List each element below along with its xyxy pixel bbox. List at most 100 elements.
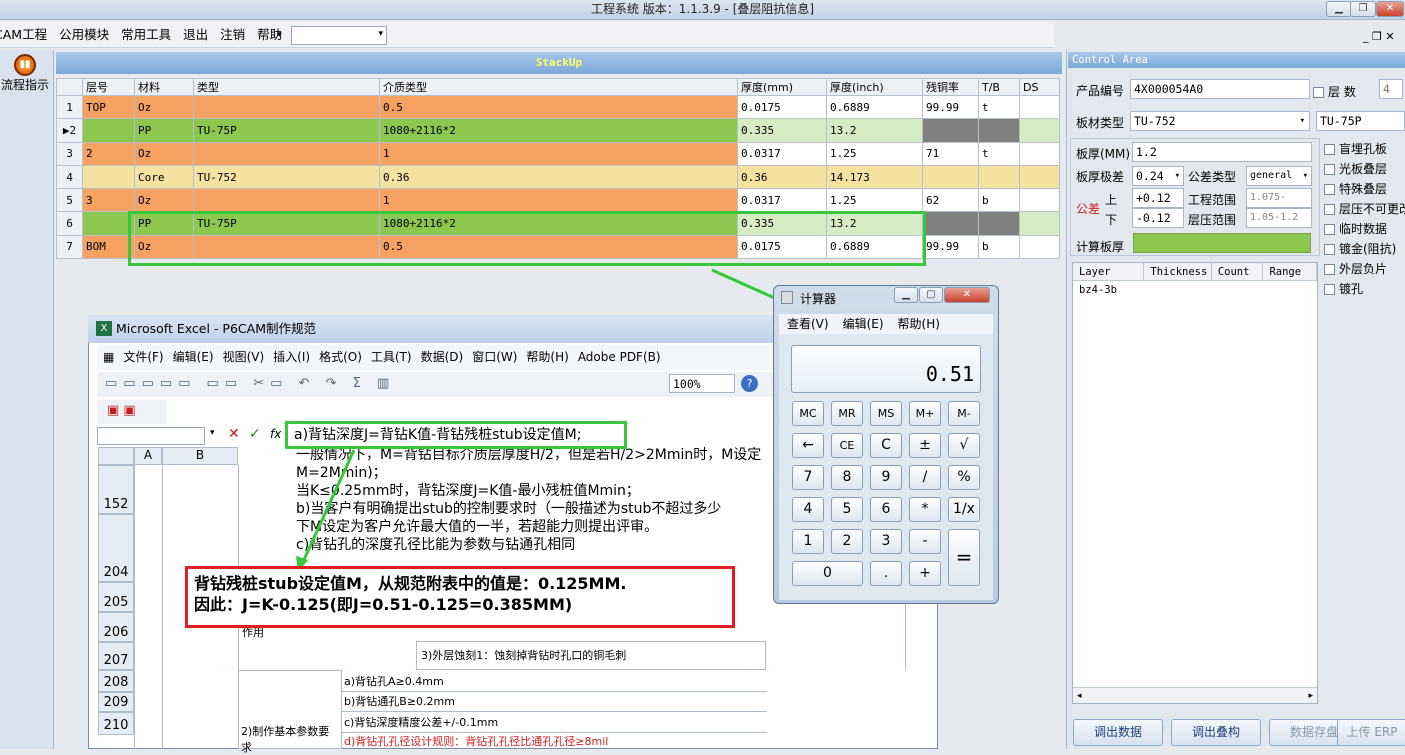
calc-key[interactable]: 2 <box>831 529 863 554</box>
excel-menu-item[interactable]: 视图(V) <box>223 345 265 370</box>
stack-row[interactable]: 3 2 Oz 1 0.0317 1.25 71 t <box>56 141 1060 166</box>
column-header[interactable]: DS <box>1019 78 1060 96</box>
stack-cell[interactable]: Oz <box>134 94 194 120</box>
grid-header[interactable]: Thickness <box>1144 263 1212 280</box>
calc-key[interactable]: 3 <box>870 529 902 554</box>
layers-field[interactable]: 4 <box>1379 79 1403 99</box>
column-a[interactable]: A <box>134 447 162 465</box>
stack-row[interactable]: 4 Core TU-752 0.36 0.36 14.173 <box>56 164 1060 190</box>
calc-key[interactable]: M+ <box>909 401 941 426</box>
column-header[interactable]: 层号 <box>82 78 135 96</box>
calc-key[interactable]: 8 <box>831 465 863 490</box>
action-button[interactable]: 调出数据 <box>1073 719 1163 746</box>
menu-combo[interactable]: ▾ <box>291 26 387 45</box>
stack-cell[interactable]: 13.2 <box>826 118 923 143</box>
stack-cell[interactable]: 1 <box>379 141 738 166</box>
row-header[interactable]: 208 <box>98 670 134 692</box>
row-number[interactable]: ▶2 <box>56 118 83 143</box>
calc-menu-item[interactable]: 查看(V) <box>787 317 829 331</box>
calc-key[interactable]: 4 <box>792 497 824 522</box>
row-number[interactable]: 1 <box>56 94 83 120</box>
stack-cell[interactable]: t <box>978 141 1020 166</box>
excel-menu-item[interactable]: 编辑(E) <box>173 345 214 370</box>
stack-cell[interactable] <box>978 211 1020 236</box>
stack-cell[interactable]: t <box>978 94 1020 120</box>
stack-cell[interactable]: 2 <box>82 141 135 166</box>
calc-key[interactable]: 9 <box>870 465 902 490</box>
thick-field[interactable]: 1.2 <box>1132 142 1312 162</box>
menu-overflow-icon[interactable]: ▾ <box>277 30 282 40</box>
row-number[interactable]: 6 <box>56 211 83 236</box>
row-header[interactable]: 207 <box>98 642 134 670</box>
stack-cell[interactable] <box>922 118 979 143</box>
calc-key[interactable]: . <box>870 561 902 586</box>
excel-menu-item[interactable]: 窗口(W) <box>472 345 517 370</box>
stack-cell[interactable]: 1 <box>379 188 738 213</box>
column-header[interactable]: 介质类型 <box>379 78 738 96</box>
excel-menu-item[interactable]: 帮助(H) <box>526 345 568 370</box>
cancel-icon[interactable]: ✕ <box>228 426 240 442</box>
calc-key[interactable]: + <box>909 561 941 586</box>
action-button[interactable]: 调出叠构 <box>1171 719 1261 746</box>
excel-menu-item[interactable]: 文件(F) <box>123 345 163 370</box>
stack-cell[interactable]: 1.25 <box>826 188 923 213</box>
up-field[interactable]: +0.12 <box>1132 188 1184 208</box>
enter-icon[interactable]: ✓ <box>249 426 261 442</box>
diff-select[interactable]: 0.24 ▾ <box>1132 166 1184 186</box>
press-field[interactable]: 1.05-1.2 <box>1246 208 1312 228</box>
option-checkbox[interactable]: 盲埋孔板 <box>1324 140 1405 160</box>
menu-item[interactable]: 公用模块 <box>59 22 109 48</box>
stack-cell[interactable]: 0.36 <box>379 164 738 190</box>
calc-key[interactable]: CE <box>831 433 863 458</box>
stack-cell[interactable] <box>82 118 135 143</box>
option-checkbox[interactable]: 层压不可更改 <box>1324 200 1405 220</box>
row-number[interactable]: 4 <box>56 164 83 190</box>
stack-cell[interactable]: 0.6889 <box>826 94 923 120</box>
calc-key[interactable]: * <box>909 497 941 522</box>
stack-cell[interactable]: b <box>978 188 1020 213</box>
excel-menu-item[interactable]: 数据(D) <box>421 345 464 370</box>
calc-key[interactable]: ± <box>909 433 941 458</box>
stack-cell[interactable]: 0.335 <box>737 118 827 143</box>
calc-key[interactable]: 1/x <box>948 497 980 522</box>
calc-close-icon[interactable]: ✕ <box>944 287 990 303</box>
excel-menu-item[interactable]: 格式(O) <box>319 345 362 370</box>
stack-cell[interactable]: 99.99 <box>922 234 979 260</box>
column-header[interactable]: 厚度(inch) <box>826 78 923 96</box>
stack-cell[interactable] <box>1019 234 1060 260</box>
option-checkbox[interactable]: 镀金(阻抗) <box>1324 240 1405 260</box>
stack-cell[interactable] <box>922 164 979 190</box>
close-icon[interactable]: ✕ <box>1376 1 1404 17</box>
option-checkbox[interactable]: 光板叠层 <box>1324 160 1405 180</box>
stack-cell[interactable]: 1080+2116*2 <box>379 118 738 143</box>
calc-key[interactable]: / <box>909 465 941 490</box>
calc-menu-item[interactable]: 帮助(H) <box>898 317 940 331</box>
row-header[interactable]: 205 <box>98 582 134 612</box>
option-checkbox[interactable]: 镀孔 <box>1324 280 1405 300</box>
stack-row[interactable]: 1 TOP Oz 0.5 0.0175 0.6889 99.99 t <box>56 94 1060 120</box>
stack-cell[interactable] <box>1019 118 1060 143</box>
column-header[interactable]: T/B <box>978 78 1020 96</box>
option-checkbox[interactable]: 特殊叠层 <box>1324 180 1405 200</box>
pdf-icon[interactable]: ▣ ▣ <box>107 403 136 418</box>
stack-cell[interactable]: TOP <box>82 94 135 120</box>
stack-cell[interactable] <box>1019 188 1060 213</box>
stack-cell[interactable]: Oz <box>134 141 194 166</box>
menu-item[interactable]: 常用工具 <box>121 22 171 48</box>
stack-row[interactable]: 5 3 Oz 1 0.0317 1.25 62 b <box>56 188 1060 213</box>
stack-cell[interactable]: 99.99 <box>922 94 979 120</box>
calc-key[interactable]: C <box>870 433 902 458</box>
toolbar-icons[interactable]: ▭▭▭▭▭ ▭▭ ✂▭ ↶ ↷ Σ ▥ <box>105 376 395 391</box>
stack-cell[interactable]: 0.0317 <box>737 141 827 166</box>
calc-key[interactable]: - <box>909 529 941 554</box>
option-checkbox[interactable]: 临时数据 <box>1324 220 1405 240</box>
calc-key[interactable]: 6 <box>870 497 902 522</box>
stack-cell[interactable]: b <box>978 234 1020 260</box>
stack-cell[interactable] <box>82 211 135 236</box>
action-button[interactable]: 上传 ERP <box>1337 719 1405 746</box>
stack-cell[interactable] <box>978 118 1020 143</box>
calc-key[interactable]: 5 <box>831 497 863 522</box>
down-field[interactable]: -0.12 <box>1132 208 1184 228</box>
stack-cell[interactable]: 71 <box>922 141 979 166</box>
stack-cell[interactable]: Core <box>134 164 194 190</box>
